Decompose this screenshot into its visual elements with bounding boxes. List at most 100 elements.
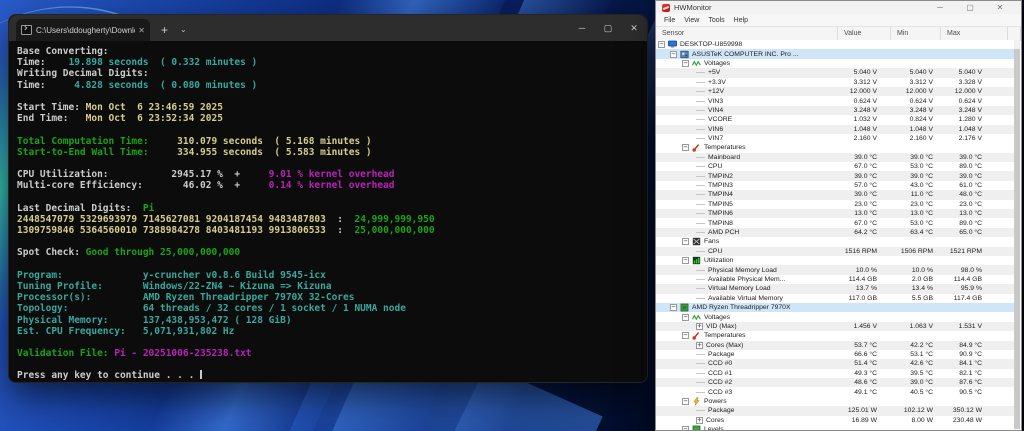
terminal-tab[interactable]: C:\Users\ddougherty\Downlo ✕: [16, 19, 150, 41]
collapse-expander-icon[interactable]: −: [682, 426, 689, 430]
collapse-expander-icon[interactable]: −: [682, 60, 689, 67]
column-header-min[interactable]: Min: [891, 27, 941, 40]
maximize-button[interactable]: ▢: [595, 15, 621, 41]
vertical-scrollbar[interactable]: [1014, 40, 1020, 429]
minimize-button[interactable]: ─: [569, 15, 595, 41]
sensor-row[interactable]: −Voltages: [656, 59, 1014, 68]
sensor-row[interactable]: Virtual Memory Load13.7 %13.4 %95.9 %: [656, 284, 1014, 293]
sensor-min: 42.2 °C: [891, 342, 941, 349]
sensor-row[interactable]: VIN30.624 V0.624 V0.624 V: [656, 96, 1014, 105]
sensor-cell: −Fans: [656, 237, 838, 246]
collapse-expander-icon[interactable]: −: [682, 332, 689, 339]
sensor-row[interactable]: TMPIN867.0 °C53.0 °C89.0 °C: [656, 218, 1014, 227]
collapse-expander-icon[interactable]: −: [682, 144, 689, 151]
sensor-row[interactable]: CCD #051.4 °C42.6 °C84.1 °C: [656, 359, 1014, 368]
sensor-row[interactable]: Physical Memory Load10.0 %10.0 %98.0 %: [656, 265, 1014, 274]
sensor-row[interactable]: TMPIN239.0 °C39.0 °C39.0 °C: [656, 171, 1014, 180]
sensor-row[interactable]: +VID (Max)1.456 V1.063 V1.531 V: [656, 322, 1014, 331]
expand-expander-icon[interactable]: +: [696, 342, 703, 349]
collapse-expander-icon[interactable]: −: [670, 51, 677, 58]
expand-expander-icon[interactable]: +: [696, 417, 703, 424]
fan-icon: [692, 237, 701, 246]
terminal-titlebar[interactable]: C:\Users\ddougherty\Downlo ✕ + ⌄ ─ ▢ ✕: [9, 15, 647, 41]
close-button[interactable]: ✕: [985, 1, 1015, 14]
sensor-row[interactable]: VCORE1.032 V0.824 V1.280 V: [656, 115, 1014, 124]
sensor-row[interactable]: −Voltages: [656, 312, 1014, 321]
sensor-row[interactable]: −Powers: [656, 397, 1014, 406]
terminal-line: [17, 337, 647, 348]
terminal-output[interactable]: Base Converting:Time: 19.898 seconds ( 0…: [9, 41, 647, 382]
sensor-row[interactable]: Available Virtual Memory117.0 GB5.5 GB11…: [656, 294, 1014, 303]
sensor-row[interactable]: Mainboard39.0 °C39.0 °C39.0 °C: [656, 153, 1014, 162]
collapse-expander-icon[interactable]: −: [682, 257, 689, 264]
sensor-label: VID (Max): [706, 323, 737, 330]
sensor-row[interactable]: CCD #349.1 °C40.5 °C90.5 °C: [656, 387, 1014, 396]
new-tab-button[interactable]: +: [161, 19, 168, 41]
maximize-button[interactable]: ▢: [955, 1, 985, 14]
sensor-value: 57.0 °C: [838, 182, 891, 189]
column-header-sensor[interactable]: Sensor: [656, 27, 838, 40]
sensor-row[interactable]: −Temperatures: [656, 143, 1014, 152]
menu-tools[interactable]: Tools: [708, 17, 724, 24]
sensor-min: 39.0 °C: [891, 173, 941, 180]
sensor-row[interactable]: TMPIN613.0 °C13.0 °C13.0 °C: [656, 209, 1014, 218]
tree-connector: [696, 91, 705, 92]
sensor-row[interactable]: CPU67.0 °C53.0 °C89.0 °C: [656, 162, 1014, 171]
column-header-blank: [1008, 27, 1021, 40]
expand-expander-icon[interactable]: +: [696, 323, 703, 330]
sensor-max: 350.12 W: [941, 407, 1008, 414]
sensor-row[interactable]: Package66.6 °C53.1 °C90.9 °C: [656, 350, 1014, 359]
sensor-min: 53.0 °C: [891, 220, 941, 227]
sensor-row[interactable]: TMPIN523.0 °C23.0 °C23.0 °C: [656, 200, 1014, 209]
collapse-expander-icon[interactable]: −: [682, 314, 689, 321]
tab-dropdown-icon[interactable]: ⌄: [180, 19, 187, 41]
sensor-cell: Available Physical Mem...: [656, 276, 838, 283]
sensor-max: 84.1 °C: [941, 360, 1008, 367]
sensor-cell: −Powers: [656, 397, 838, 406]
sensor-row[interactable]: −ASUSTeK COMPUTER INC. Pro ...: [656, 49, 1014, 58]
column-header-max[interactable]: Max: [941, 27, 1008, 40]
sensor-row[interactable]: +5V5.040 V5.040 V5.040 V: [656, 68, 1014, 77]
sensor-row[interactable]: +3.3V3.312 V3.312 V3.328 V: [656, 78, 1014, 87]
sensor-tree-list[interactable]: −DESKTOP-U859998−ASUSTeK COMPUTER INC. P…: [656, 40, 1014, 430]
sensor-row[interactable]: CCD #248.6 °C39.0 °C87.6 °C: [656, 378, 1014, 387]
sensor-row[interactable]: Package125.01 W102.12 W350.12 W: [656, 406, 1014, 415]
column-header-value[interactable]: Value: [838, 27, 891, 40]
hwmonitor-titlebar[interactable]: HWMonitor ─ ▢ ✕: [656, 1, 1021, 14]
sensor-table-header[interactable]: Sensor Value Min Max: [656, 27, 1021, 41]
scrollbar-thumb[interactable]: [1014, 49, 1020, 429]
terminal-text-segment: Total Computation Time:: [17, 136, 149, 147]
menu-help[interactable]: Help: [734, 17, 748, 24]
menu-view[interactable]: View: [684, 17, 699, 24]
menu-file[interactable]: File: [664, 17, 675, 24]
sensor-row[interactable]: AMD PCH64.2 °C63.4 °C65.0 °C: [656, 228, 1014, 237]
sensor-row[interactable]: VIN61.048 V1.048 V1.048 V: [656, 125, 1014, 134]
collapse-expander-icon[interactable]: −: [658, 41, 665, 48]
sensor-min: 42.6 °C: [891, 360, 941, 367]
terminal-text-segment: Start-to-End Wall Time:: [17, 147, 149, 158]
sensor-row[interactable]: +Cores16.89 W8.00 W230.48 W: [656, 416, 1014, 425]
sensor-row[interactable]: TMPIN357.0 °C43.0 °C61.0 °C: [656, 181, 1014, 190]
sensor-row[interactable]: CCD #149.3 °C39.5 °C82.1 °C: [656, 369, 1014, 378]
sensor-row[interactable]: −Levels: [656, 425, 1014, 430]
sensor-row[interactable]: −Fans: [656, 237, 1014, 246]
collapse-expander-icon[interactable]: −: [670, 304, 677, 311]
sensor-row[interactable]: +12V12.000 V12.000 V12.000 V: [656, 87, 1014, 96]
sensor-row[interactable]: VIN72.160 V2.160 V2.176 V: [656, 134, 1014, 143]
sensor-cell: +VID (Max): [656, 323, 838, 330]
collapse-expander-icon[interactable]: −: [682, 238, 689, 245]
sensor-row[interactable]: VIN43.248 V3.248 V3.248 V: [656, 106, 1014, 115]
sensor-cell: +12V: [656, 88, 838, 95]
close-button[interactable]: ✕: [621, 15, 647, 41]
sensor-row[interactable]: −DESKTOP-U859998: [656, 40, 1014, 49]
sensor-row[interactable]: CPU1516 RPM1506 RPM1521 RPM: [656, 247, 1014, 256]
sensor-row[interactable]: −Temperatures: [656, 331, 1014, 340]
sensor-row[interactable]: Available Physical Mem...114.4 GB2.0 GB1…: [656, 275, 1014, 284]
collapse-expander-icon[interactable]: −: [682, 398, 689, 405]
sensor-row[interactable]: TMPIN439.0 °C11.0 °C48.0 °C: [656, 190, 1014, 199]
sensor-row[interactable]: +Cores (Max)53.7 °C42.2 °C84.9 °C: [656, 341, 1014, 350]
tab-close-icon[interactable]: ✕: [138, 26, 145, 35]
sensor-row[interactable]: −Utilization: [656, 256, 1014, 265]
minimize-button[interactable]: ─: [925, 1, 955, 14]
sensor-row[interactable]: −AMD Ryzen Threadripper 7970X: [656, 303, 1014, 312]
